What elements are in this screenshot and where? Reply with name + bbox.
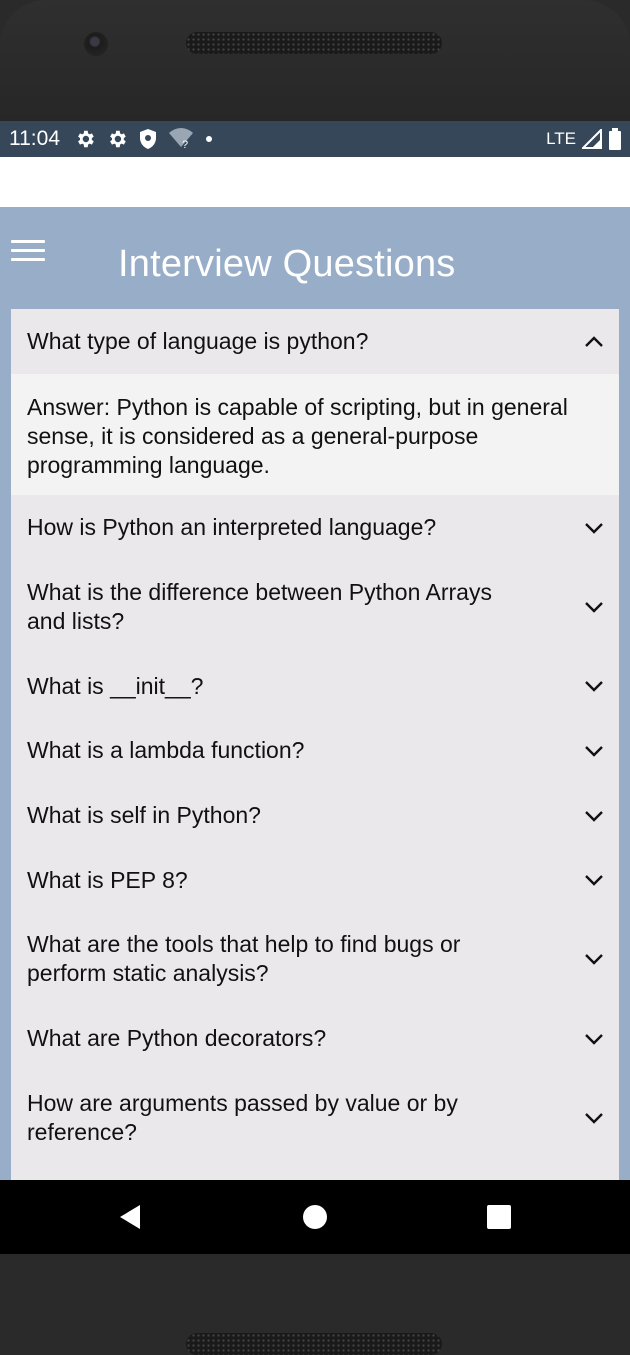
signal-icon	[582, 129, 602, 149]
accordion-header[interactable]: What is PEP 8?	[11, 848, 619, 912]
svg-text:?: ?	[182, 139, 188, 150]
answer-panel: Answer: Python is capable of scripting, …	[11, 374, 619, 495]
recents-icon[interactable]	[484, 1202, 514, 1232]
phone-bezel-top	[0, 0, 630, 121]
question-accordion: What type of language is python? Answer:…	[11, 309, 619, 1180]
status-system-icons: LTE	[546, 128, 622, 150]
status-bar: 11:04 ? LTE	[0, 121, 630, 157]
network-type: LTE	[546, 129, 576, 148]
chevron-down-icon[interactable]	[583, 517, 605, 539]
question-text: What are the tools that help to find bug…	[27, 931, 461, 986]
answer-text: Answer: Python is capable of scripting, …	[27, 394, 568, 478]
front-camera	[84, 32, 108, 56]
status-notification-icons: ?	[74, 128, 214, 150]
navigation-bar	[0, 1180, 630, 1254]
earpiece-speaker	[186, 32, 442, 54]
question-text: What is self in Python?	[27, 802, 261, 828]
question-text: What is a lambda function?	[27, 737, 305, 763]
wifi-unknown-icon: ?	[168, 128, 194, 150]
question-text: What are Python decorators?	[27, 1025, 327, 1051]
chevron-down-icon[interactable]	[583, 740, 605, 762]
accordion-header[interactable]: What are Python decorators?	[11, 1006, 619, 1071]
chevron-down-icon[interactable]	[583, 948, 605, 970]
chevron-down-icon[interactable]	[583, 596, 605, 618]
accordion-header[interactable]: What is self in Python?	[11, 783, 619, 848]
home-icon[interactable]	[300, 1202, 330, 1232]
question-text: How is Python an interpreted language?	[27, 514, 437, 540]
back-icon[interactable]	[115, 1202, 145, 1232]
question-text: What is PEP 8?	[27, 866, 188, 893]
app-screen: Interview Questions What type of languag…	[0, 207, 630, 1180]
chevron-down-icon[interactable]	[583, 1107, 605, 1129]
hamburger-menu-icon[interactable]	[11, 240, 45, 264]
shield-icon	[138, 128, 158, 150]
chevron-down-icon[interactable]	[583, 805, 605, 827]
status-time: 11:04	[9, 127, 60, 150]
accordion-header[interactable]: What type of language is python?	[11, 309, 619, 374]
question-text: How are arguments passed by value or by …	[27, 1090, 458, 1145]
settings-icon	[74, 128, 96, 150]
chevron-down-icon[interactable]	[583, 675, 605, 697]
page-title: Interview Questions	[118, 243, 456, 285]
question-text: What is the difference between Python Ar…	[27, 579, 492, 634]
battery-icon	[608, 128, 622, 150]
chevron-up-icon[interactable]	[583, 331, 605, 353]
chevron-down-icon[interactable]	[583, 1028, 605, 1050]
question-text: What is __init__?	[27, 672, 204, 699]
accordion-header[interactable]: How is Python an interpreted language?	[11, 495, 619, 560]
accordion-header[interactable]: What is a lambda function?	[11, 718, 619, 783]
accordion-header[interactable]: What are the tools that help to find bug…	[11, 912, 619, 1006]
accordion-header[interactable]: How are arguments passed by value or by …	[11, 1071, 619, 1165]
question-text: What type of language is python?	[27, 328, 369, 354]
accordion-header[interactable]: What is __init__?	[11, 654, 619, 718]
dot-icon	[204, 134, 214, 144]
accordion-header[interactable]: What is the difference between Python Ar…	[11, 560, 619, 654]
settings-icon	[106, 128, 128, 150]
chevron-down-icon[interactable]	[583, 869, 605, 891]
blank-band	[0, 157, 630, 207]
